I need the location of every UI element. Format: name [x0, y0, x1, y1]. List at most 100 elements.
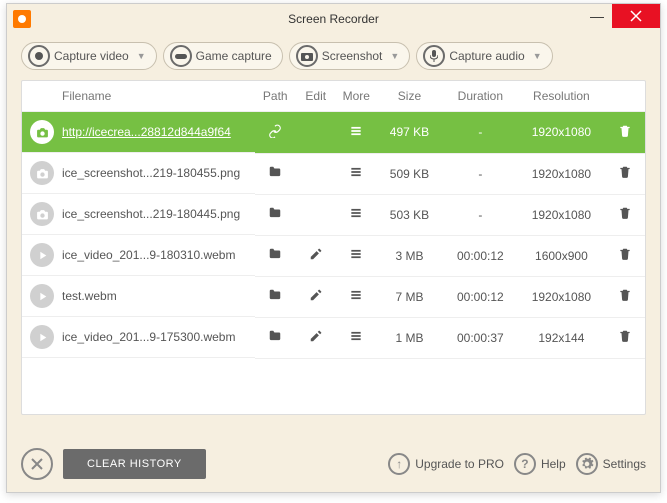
folder-icon [268, 332, 282, 346]
link-icon [268, 127, 282, 141]
table-row[interactable]: ice_video_201...9-180310.webm3 MB00:00:1… [22, 235, 645, 276]
delete-cell[interactable] [604, 235, 645, 276]
filename-cell[interactable]: ice_video_201...9-175300.webm [22, 317, 255, 358]
more-cell[interactable] [336, 153, 377, 194]
delete-cell[interactable] [604, 194, 645, 235]
header-path[interactable]: Path [255, 81, 296, 112]
upgrade-button[interactable]: ↑ Upgrade to PRO [388, 453, 504, 475]
duration-cell: 00:00:12 [442, 276, 518, 317]
header-duration[interactable]: Duration [442, 81, 518, 112]
table-row[interactable]: ice_screenshot...219-180445.png 503 KB-19… [22, 194, 645, 235]
help-button[interactable]: ? Help [514, 453, 566, 475]
clear-history-button[interactable]: CLEAR HISTORY [63, 449, 206, 479]
table-row[interactable]: test.webm7 MB00:00:121920x1080 [22, 276, 645, 317]
resolution-cell: 1920x1080 [518, 276, 604, 317]
trash-icon [618, 291, 632, 305]
delete-cell[interactable] [604, 112, 645, 154]
path-cell[interactable] [255, 194, 296, 235]
filename-cell[interactable]: ice_screenshot...219-180455.png [22, 153, 255, 194]
size-cell: 509 KB [377, 153, 443, 194]
edit-cell[interactable] [296, 317, 337, 358]
path-cell[interactable] [255, 112, 296, 154]
record-icon [28, 45, 50, 67]
size-cell: 3 MB [377, 235, 443, 276]
window-controls: — [582, 4, 660, 28]
table-header-row: Filename Path Edit More Size Duration Re… [22, 81, 645, 112]
screenshot-button[interactable]: Screenshot ▼ [289, 42, 411, 70]
table-row[interactable]: http://icecrea...28812d844a9f64497 KB-19… [22, 112, 645, 154]
filename-text: ice_screenshot...219-180455.png [62, 166, 240, 180]
filename-text: ice_video_201...9-180310.webm [62, 248, 235, 262]
filename-cell[interactable]: http://icecrea...28812d844a9f64 [22, 112, 255, 153]
path-cell[interactable] [255, 276, 296, 317]
more-cell[interactable] [336, 276, 377, 317]
path-cell[interactable] [255, 235, 296, 276]
more-cell[interactable] [336, 235, 377, 276]
history-table: Filename Path Edit More Size Duration Re… [22, 81, 645, 359]
app-icon [13, 10, 31, 28]
table-row[interactable]: ice_screenshot...219-180455.png509 KB-19… [22, 153, 645, 194]
more-icon [349, 332, 363, 346]
size-cell: 503 KB [377, 194, 443, 235]
path-cell[interactable] [255, 317, 296, 358]
table-row[interactable]: ice_video_201...9-175300.webm1 MB00:00:3… [22, 317, 645, 358]
upgrade-label: Upgrade to PRO [415, 457, 504, 471]
delete-cell[interactable] [604, 153, 645, 194]
more-cell[interactable] [336, 112, 377, 154]
close-button[interactable] [612, 4, 660, 28]
filename-text: ice_video_201...9-175300.webm [62, 330, 235, 344]
settings-button[interactable]: Settings [576, 453, 646, 475]
game-capture-label: Game capture [196, 49, 272, 63]
capture-audio-button[interactable]: Capture audio ▼ [416, 42, 552, 70]
more-icon [349, 209, 363, 223]
gear-icon [576, 453, 598, 475]
resolution-cell: 1920x1080 [518, 194, 604, 235]
more-cell[interactable] [336, 194, 377, 235]
delete-cell[interactable] [604, 317, 645, 358]
more-icon [349, 250, 363, 264]
more-cell[interactable] [336, 317, 377, 358]
header-more[interactable]: More [336, 81, 377, 112]
header-filename[interactable]: Filename [22, 81, 255, 112]
pencil-icon [309, 291, 323, 305]
edit-cell [296, 112, 337, 154]
capture-video-button[interactable]: Capture video ▼ [21, 42, 157, 70]
gamepad-icon [170, 45, 192, 67]
camera-icon [30, 202, 54, 226]
duration-cell: - [442, 194, 518, 235]
path-cell[interactable] [255, 153, 296, 194]
header-delete [604, 81, 645, 112]
folder-icon [268, 209, 282, 223]
filename-text: http://icecrea...28812d844a9f64 [62, 125, 231, 139]
capture-audio-label: Capture audio [449, 49, 524, 63]
delete-cell[interactable] [604, 276, 645, 317]
chevron-down-icon: ▼ [533, 51, 542, 61]
titlebar: Screen Recorder — [7, 4, 660, 34]
header-size[interactable]: Size [377, 81, 443, 112]
settings-label: Settings [603, 457, 646, 471]
header-resolution[interactable]: Resolution [518, 81, 604, 112]
pencil-icon [309, 332, 323, 346]
edit-cell[interactable] [296, 235, 337, 276]
trash-icon [618, 209, 632, 223]
toolbar: Capture video ▼ Game capture Screenshot … [7, 34, 660, 80]
trash-icon [618, 168, 632, 182]
more-icon [349, 168, 363, 182]
game-capture-button[interactable]: Game capture [163, 42, 283, 70]
resolution-cell: 1920x1080 [518, 112, 604, 154]
screenshot-label: Screenshot [322, 49, 383, 63]
close-panel-button[interactable] [21, 448, 53, 480]
trash-icon [618, 127, 632, 141]
filename-cell[interactable]: test.webm [22, 276, 255, 317]
size-cell: 1 MB [377, 317, 443, 358]
help-label: Help [541, 457, 566, 471]
camera-icon [30, 161, 54, 185]
header-edit[interactable]: Edit [296, 81, 337, 112]
minimize-button[interactable]: — [582, 4, 612, 28]
trash-icon [618, 332, 632, 346]
bottom-bar: CLEAR HISTORY ↑ Upgrade to PRO ? Help Se… [7, 436, 660, 492]
filename-cell[interactable]: ice_video_201...9-180310.webm [22, 235, 255, 276]
filename-cell[interactable]: ice_screenshot...219-180445.png [22, 194, 255, 235]
edit-cell [296, 194, 337, 235]
edit-cell[interactable] [296, 276, 337, 317]
